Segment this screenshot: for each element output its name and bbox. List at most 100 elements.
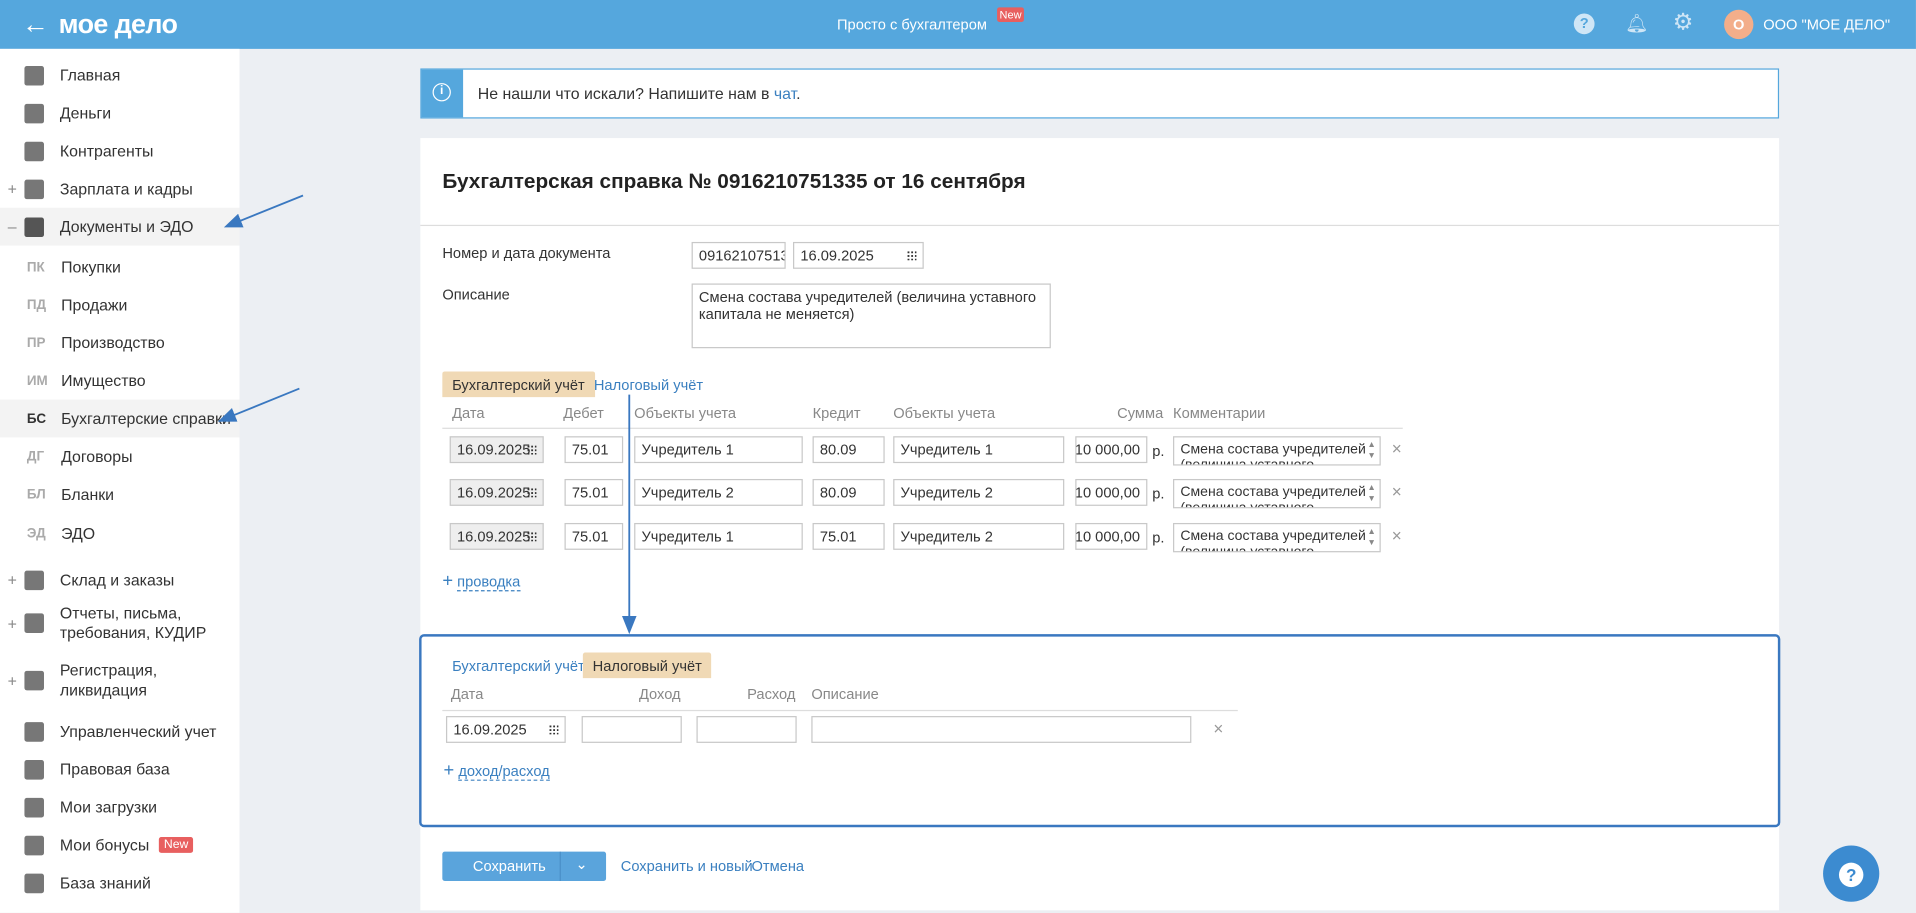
comment-textarea[interactable]: Смена состава учредителей (величина уста… — [1173, 436, 1381, 466]
credit-obj-input[interactable]: Учредитель 2 — [893, 478, 1065, 506]
col-credit: Кредит — [812, 404, 861, 422]
debit-input[interactable]: 75.01 — [564, 436, 624, 464]
tax-col-income: Доход — [638, 685, 681, 703]
credit-obj-value: Учредитель 2 — [900, 483, 993, 501]
sum-input[interactable]: 10 000,00 — [1075, 436, 1148, 464]
add-income-expense-label[interactable]: доход/расход — [458, 762, 550, 781]
expand-icon[interactable]: + — [0, 180, 24, 198]
logo[interactable]: моe дело — [59, 9, 178, 41]
debit-input[interactable]: 75.01 — [564, 478, 624, 506]
expand-icon[interactable]: + — [0, 571, 24, 589]
gear-icon[interactable]: ⚙ — [1673, 9, 1694, 37]
tab-accounting[interactable]: Бухгалтерский учёт — [442, 371, 595, 398]
credit-input[interactable]: 80.09 — [812, 478, 885, 506]
org-name[interactable]: ООО "МОЕ ДЕЛО" — [1763, 16, 1890, 33]
scroll-spinner-icon[interactable]: ▲ ▼ — [1367, 440, 1375, 462]
save-and-new-link[interactable]: Сохранить и новый — [621, 858, 753, 875]
sidebar-item[interactable]: ПК Покупки — [0, 248, 239, 286]
tax-description-input[interactable] — [811, 716, 1192, 743]
chat-link[interactable]: чат — [774, 84, 796, 102]
comment-value: Смена состава учредителей (величина уста… — [1180, 485, 1366, 509]
tab-tax-2[interactable]: Налоговый учёт — [582, 652, 712, 679]
document-number-value: 0916210751335 — [698, 246, 785, 264]
sidebar: Главная Деньги Контрагенты + Зарплата и кадр… — [0, 48, 240, 913]
date-input[interactable]: 16.09.2025 — [449, 478, 544, 506]
calendar-icon[interactable] — [526, 487, 537, 498]
sidebar-abbr: ДГ — [26, 449, 45, 464]
debit-obj-input[interactable]: Учредитель 1 — [634, 436, 803, 464]
simple-with-accountant-link[interactable]: Просто с бухгалтером — [837, 16, 987, 33]
credit-input[interactable]: 80.09 — [812, 436, 885, 464]
sidebar-item[interactable]: + Отчеты, письма, требования, КУДИР — [0, 599, 239, 648]
calendar-icon[interactable] — [548, 724, 559, 735]
delete-row-icon[interactable]: × — [1392, 481, 1402, 501]
sidebar-item[interactable]: Контрагенты — [0, 132, 239, 170]
comment-textarea[interactable]: Смена состава учредителей (величина уста… — [1173, 478, 1381, 509]
sidebar-item[interactable]: База знаний — [0, 864, 239, 902]
debit-obj-input[interactable]: Учредитель 1 — [634, 522, 803, 550]
sidebar-item[interactable]: + Регистрация, ликвидация — [0, 656, 239, 705]
date-input[interactable]: 16.09.2025 — [449, 522, 544, 550]
downloads-icon — [24, 797, 44, 817]
delete-row-icon[interactable]: × — [1392, 525, 1402, 545]
calendar-icon[interactable] — [906, 250, 917, 261]
date-input[interactable]: 16.09.2025 — [449, 436, 544, 464]
date-value: 16.09.2025 — [456, 483, 531, 501]
sidebar-item[interactable]: ПР Производство — [0, 324, 239, 362]
income-input[interactable] — [581, 716, 682, 743]
sidebar-item[interactable]: Главная — [0, 56, 239, 94]
bell-icon[interactable]: 🔔︎ — [1625, 12, 1648, 34]
sidebar-item-label: Регистрация, ликвидация — [59, 661, 158, 699]
sidebar-item[interactable]: Правовая база — [0, 750, 239, 788]
tab-tax[interactable]: Налоговый учёт — [594, 376, 703, 393]
floating-help-button[interactable]: ? — [1823, 845, 1880, 902]
credit-obj-input[interactable]: Учредитель 1 — [893, 436, 1065, 464]
cancel-link[interactable]: Отмена — [751, 858, 804, 875]
expand-icon[interactable]: + — [0, 671, 24, 689]
add-income-expense-link[interactable]: + доход/расход — [444, 760, 550, 781]
sidebar-item[interactable]: + Склад и заказы — [0, 561, 239, 599]
sidebar-item[interactable]: ПД Продажи — [0, 286, 239, 324]
tab-accounting-2[interactable]: Бухгалтерский учёт — [452, 657, 585, 674]
sidebar-item[interactable]: Мои загрузки — [0, 788, 239, 826]
help-icon[interactable]: ? — [1573, 13, 1595, 35]
sum-input[interactable]: 10 000,00 — [1075, 478, 1148, 506]
expense-input[interactable] — [696, 716, 797, 743]
sum-input[interactable]: 10 000,00 — [1075, 522, 1148, 550]
sidebar-item[interactable]: ИМ Имущество — [0, 362, 239, 400]
sidebar-item[interactable]: БС Бухгалтерские справки — [0, 399, 240, 438]
sidebar-item[interactable]: Мои бонусы New — [0, 826, 239, 864]
debit-obj-input[interactable]: Учредитель 2 — [634, 478, 803, 506]
sidebar-item[interactable]: – Документы и ЭДО — [0, 207, 240, 246]
add-entry-label[interactable]: проводка — [457, 573, 521, 592]
back-arrow-icon[interactable]: ← — [22, 9, 49, 41]
sidebar-item[interactable]: Деньги — [0, 94, 239, 132]
delete-row-icon[interactable]: × — [1392, 439, 1402, 459]
calendar-icon[interactable] — [526, 531, 537, 542]
delete-row-icon[interactable]: × — [1213, 718, 1223, 738]
scroll-spinner-icon[interactable]: ▲ ▼ — [1367, 483, 1375, 505]
comment-textarea[interactable]: Смена состава учредителей (величина уста… — [1173, 522, 1381, 553]
expand-icon[interactable]: – — [0, 217, 24, 235]
tax-date-input[interactable]: 16.09.2025 — [445, 716, 566, 743]
document-number-input[interactable]: 0916210751335 — [691, 241, 786, 269]
calendar-icon[interactable] — [526, 444, 537, 455]
document-date-input[interactable]: 16.09.2025 — [793, 241, 924, 269]
sidebar-item[interactable]: ДГ Договоры — [0, 437, 239, 475]
sidebar-item[interactable]: + Зарплата и кадры — [0, 170, 239, 208]
avatar[interactable]: О — [1724, 9, 1754, 40]
credit-input[interactable]: 75.01 — [812, 522, 885, 550]
date-value: 16.09.2025 — [456, 441, 531, 459]
scroll-spinner-icon[interactable]: ▲ ▼ — [1367, 527, 1375, 549]
credit-obj-input[interactable]: Учредитель 2 — [893, 522, 1065, 550]
sidebar-item[interactable]: Управленческий учет — [0, 712, 239, 750]
description-textarea[interactable]: Смена состава учредителей (величина уста… — [691, 283, 1051, 349]
sidebar-item[interactable]: ЭД ЭДО — [0, 514, 239, 552]
debit-input[interactable]: 75.01 — [564, 522, 624, 550]
add-entry-link[interactable]: + проводка — [442, 571, 521, 592]
home-icon — [24, 65, 44, 85]
expand-icon[interactable]: + — [0, 614, 24, 632]
save-button[interactable]: Сохранить ⌄ — [442, 851, 607, 881]
chevron-down-icon[interactable]: ⌄ — [576, 855, 588, 872]
sidebar-item[interactable]: БЛ Бланки — [0, 475, 239, 513]
